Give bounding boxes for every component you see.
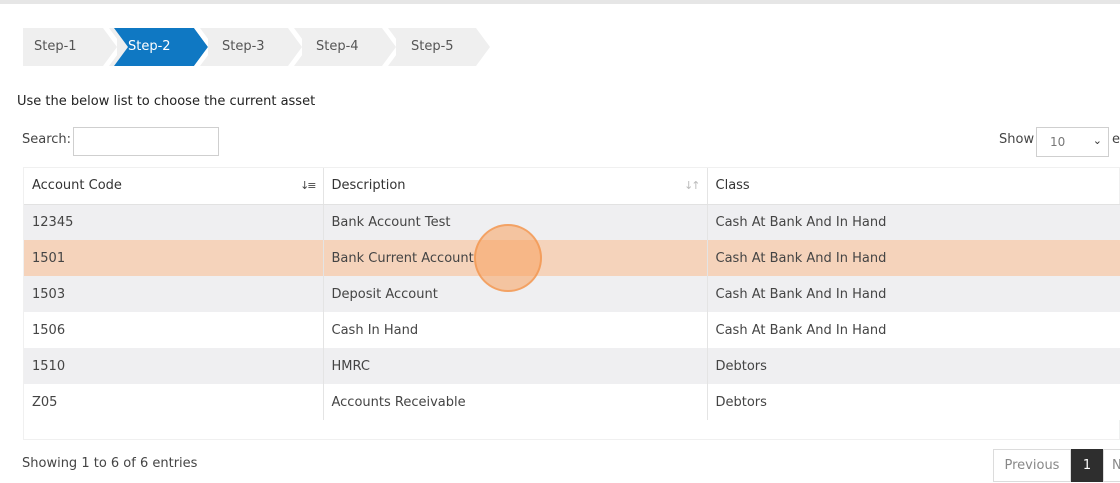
cell-class: Debtors (707, 384, 1120, 420)
cell-account-code: 1501 (24, 240, 324, 276)
cell-account-code: 1510 (24, 348, 324, 384)
step-label: Step-4 (316, 39, 359, 54)
cell-class: Cash At Bank And In Hand (707, 276, 1120, 312)
click-indicator (474, 224, 542, 292)
show-label: Show (999, 132, 1035, 147)
step-3[interactable]: Step-3 (208, 28, 302, 66)
cell-class: Cash At Bank And In Hand (707, 204, 1120, 240)
accounts-table: Account Code ↓≡ Description ↓↑ Class 123… (23, 167, 1120, 440)
cell-class: Cash At Bank And In Hand (707, 312, 1120, 348)
step-1[interactable]: Step-1 (23, 28, 117, 66)
step-5[interactable]: Step-5 (396, 28, 490, 66)
column-header-description[interactable]: Description ↓↑ (323, 168, 708, 205)
sort-icon: ↓↑ (684, 179, 701, 192)
cell-account-code: 1503 (24, 276, 324, 312)
search-label: Search: (22, 132, 72, 147)
page-length-value: 10 (1050, 135, 1066, 149)
pagination: Previous 1 Next (993, 449, 1120, 482)
cell-description: Cash In Hand (323, 312, 708, 348)
cell-description: Accounts Receivable (323, 384, 708, 420)
table-row[interactable]: 1506 Cash In Hand Cash At Bank And In Ha… (24, 312, 1120, 348)
entries-label: e (1112, 132, 1120, 147)
cell-account-code: 12345 (24, 204, 324, 240)
previous-page-button[interactable]: Previous (993, 449, 1071, 482)
step-4[interactable]: Step-4 (302, 28, 396, 66)
sort-ascending-icon: ↓≡ (300, 179, 317, 192)
step-label: Step-5 (411, 39, 454, 54)
table-row[interactable]: 12345 Bank Account Test Cash At Bank And… (24, 204, 1120, 240)
cell-account-code: 1506 (24, 312, 324, 348)
search-input[interactable] (73, 127, 219, 156)
column-header-account-code[interactable]: Account Code ↓≡ (24, 168, 324, 205)
cell-account-code: Z05 (24, 384, 324, 420)
page-1-button[interactable]: 1 (1071, 449, 1103, 482)
cell-class: Debtors (707, 348, 1120, 384)
chevron-down-icon: ⌄ (1092, 134, 1102, 147)
table-row-selected[interactable]: 1501 Bank Current Account Cash At Bank A… (24, 240, 1120, 276)
cell-description: HMRC (323, 348, 708, 384)
cell-class: Cash At Bank And In Hand (707, 240, 1120, 276)
table-row[interactable]: 1510 HMRC Debtors (24, 348, 1120, 384)
table-row[interactable]: 1503 Deposit Account Cash At Bank And In… (24, 276, 1120, 312)
intro-text: Use the below list to choose the current… (17, 94, 316, 109)
page-length-select[interactable]: 10 ⌄ (1036, 127, 1109, 157)
table-row[interactable]: Z05 Accounts Receivable Debtors (24, 384, 1120, 420)
step-label: Step-3 (222, 39, 265, 54)
step-2[interactable]: Step-2 (114, 28, 208, 66)
next-page-button[interactable]: Next (1103, 449, 1120, 482)
step-label: Step-1 (34, 39, 77, 54)
step-label: Step-2 (128, 39, 171, 54)
wizard-steps: Step-1 Step-2 Step-3 Step-4 Step-5 (23, 28, 490, 66)
table-info: Showing 1 to 6 of 6 entries (22, 456, 198, 471)
top-border (0, 0, 1120, 4)
column-header-class[interactable]: Class (707, 168, 1120, 205)
